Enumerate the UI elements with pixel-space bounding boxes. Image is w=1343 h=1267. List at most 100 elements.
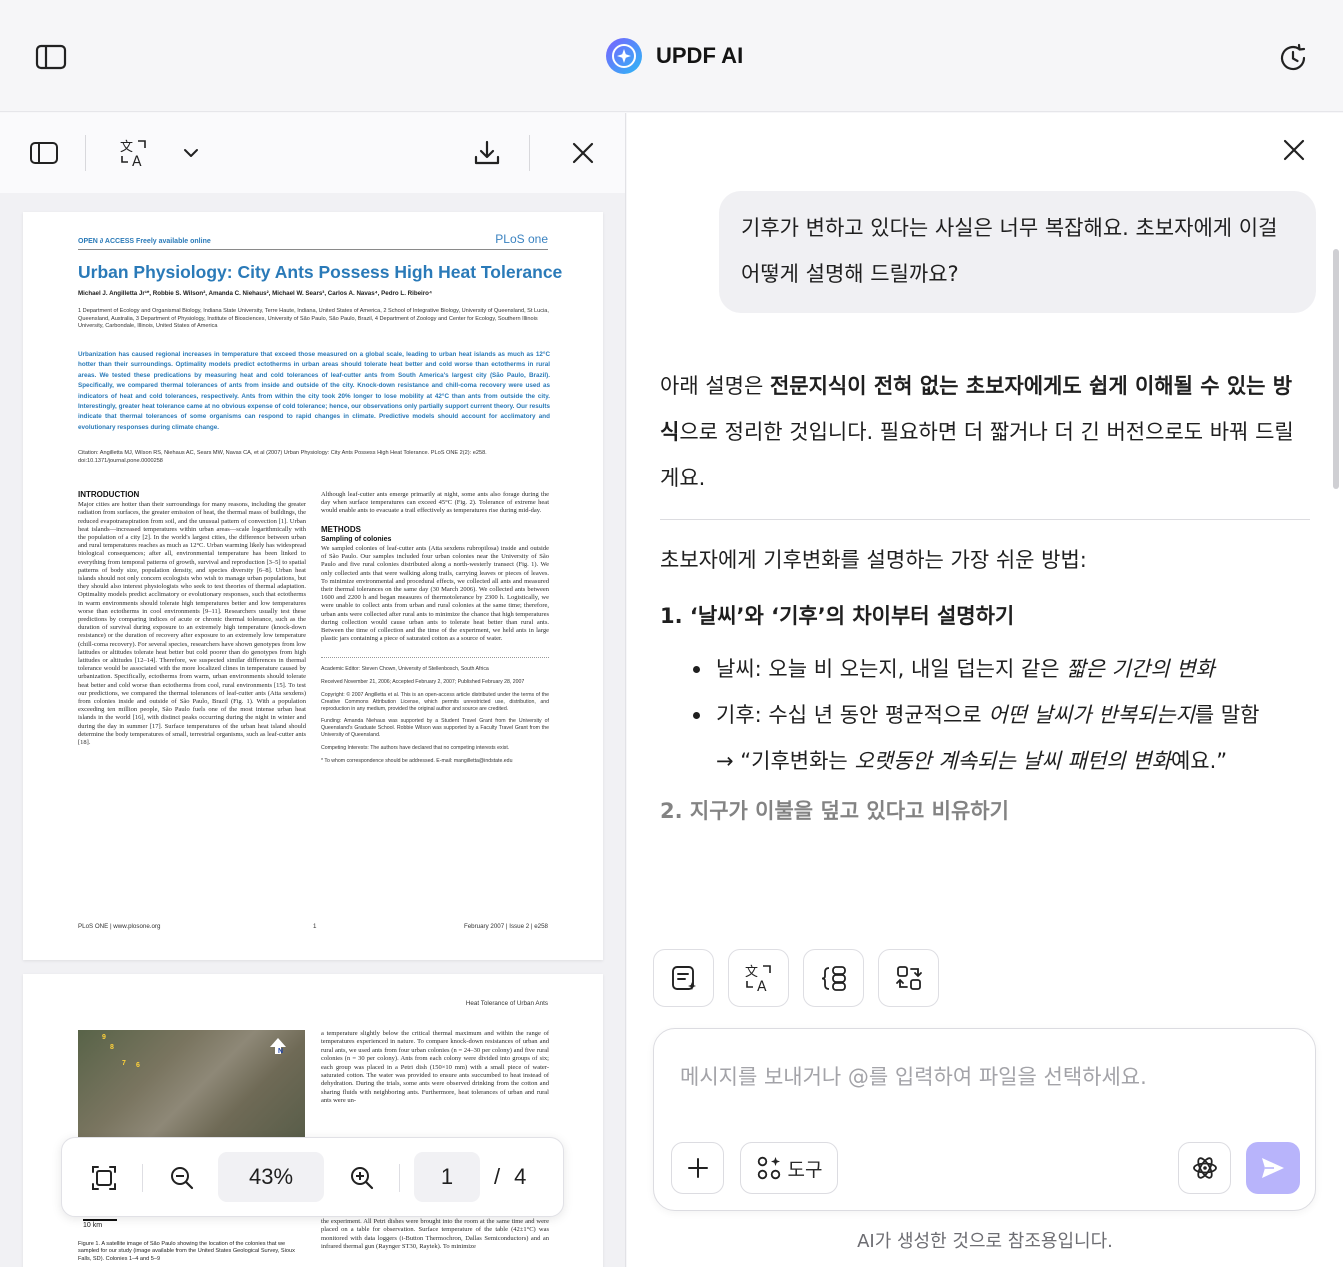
step-2-heading-partial: 2. 지구가 이불을 덮고 있다고 비유하기 <box>660 799 1009 823</box>
scroll-fade-overlay <box>627 903 1343 943</box>
rewrite-tool-icon[interactable] <box>878 949 939 1007</box>
ai-disclaimer: AI가 생성한 것으로 참조용입니다. <box>857 1231 1113 1252</box>
step-1-bullets: 날씨: 오늘 비 오는지, 내일 덥는지 같은 짧은 기간의 변화 기후: 수십… <box>693 646 1310 738</box>
north-label: N <box>277 1048 283 1055</box>
viewer-toolbar: 文A <box>0 113 625 193</box>
bullet-dot <box>693 666 700 673</box>
right-column-intro-text: Although leaf-cutter ants emerge primari… <box>321 491 549 515</box>
pdf-page-2: Heat Tolerance of Urban Ants 9 8 7 6 N 1… <box>23 974 603 1267</box>
paper-authors: Michael J. Angilletta Jr¹*, Robbie S. Wi… <box>78 290 433 297</box>
climate-quote: → “기후변화는 오랫동안 계속되는 날씨 패턴의 변화예요.” <box>716 738 1310 784</box>
quick-tools-row: 文A <box>653 949 939 1007</box>
bullet-text: 기후: 수십 년 동안 평균적으로 <box>716 703 989 727</box>
map-marker: 6 <box>136 1062 140 1069</box>
send-arrow-icon <box>1262 1158 1284 1178</box>
zoom-divider <box>399 1164 400 1192</box>
methods-text: We sampled colonies of leaf-cutter ants … <box>321 545 549 643</box>
paper-right-column: Although leaf-cutter ants emerge primari… <box>321 491 549 770</box>
send-button[interactable] <box>1246 1142 1300 1194</box>
tools-label: 도구 <box>787 1158 823 1181</box>
bullet-weather: 날씨: 오늘 비 오는지, 내일 덥는지 같은 짧은 기간의 변화 <box>693 646 1310 692</box>
plos-one-logo: PLoS one <box>495 232 548 246</box>
svg-text:A: A <box>757 979 767 994</box>
message-composer: 도구 <box>653 1028 1316 1211</box>
close-viewer-icon[interactable] <box>566 135 600 171</box>
user-message-bubble: 기후가 변하고 있다는 사실은 너무 복잡해요. 초보자에게 이걸 어떻게 설명… <box>719 191 1316 313</box>
download-icon[interactable] <box>470 135 504 171</box>
map-marker: 8 <box>110 1044 114 1051</box>
footer-issue: February 2007 | Issue 2 | e258 <box>463 923 548 930</box>
brand: UPDF AI <box>604 36 743 76</box>
received-dates: Received November 21, 2006; Accepted Feb… <box>321 679 525 686</box>
chat-messages[interactable]: 기후가 변하고 있다는 사실은 너무 복잡해요. 초보자에게 이걸 어떻게 설명… <box>627 183 1343 943</box>
map-marker: 9 <box>102 1034 106 1041</box>
tools-grid-icon <box>757 1156 780 1180</box>
paper-affiliations: 1 Department of Ecology and Organismal B… <box>78 308 549 330</box>
ai-response: 아래 설명은 전문지식이 전혀 없는 초보자에게도 쉽게 이해될 수 있는 방식… <box>660 363 1310 834</box>
copyright-note: Copyright: © 2007 Angilletta et al. This… <box>321 692 549 712</box>
page2-body-text-lower: the experiment. All Petri dishes were br… <box>321 1218 549 1251</box>
bullet-text: 날씨: 오늘 비 오는지, 내일 덥는지 같은 <box>716 657 1067 681</box>
quote-text-end: 예요.” <box>1170 749 1228 773</box>
paper-title: Urban Physiology: City Ants Possess High… <box>78 262 563 282</box>
app-title: UPDF AI <box>656 43 744 68</box>
zoom-divider <box>142 1164 143 1192</box>
academic-editor: Academic Editor: Steven Chown, Universit… <box>321 666 489 673</box>
paper-abstract: Urbanization has caused regional increas… <box>78 351 550 431</box>
introduction-heading: INTRODUCTION <box>78 490 140 499</box>
svg-text:文: 文 <box>745 965 758 980</box>
add-attachment-button[interactable] <box>671 1142 724 1194</box>
step-1-heading: 1. ‘날씨’와 ‘기후’의 차이부터 설명하기 <box>660 604 1015 628</box>
bullet-climate: 기후: 수십 년 동안 평균적으로 어떤 날씨가 반복되는지를 말함 <box>693 692 1310 738</box>
toolbar-divider <box>85 135 86 171</box>
open-access-label: OPEN ∂ ACCESS Freely available online <box>78 238 211 245</box>
introduction-text: Major cities are hotter than their surro… <box>78 501 306 747</box>
zoom-page-bar: 43% 1 / 4 <box>61 1137 564 1217</box>
lead-text: 아래 설명은 <box>660 374 770 398</box>
quote-text: → “기후변화는 <box>716 749 855 773</box>
bullet-emphasis: 어떤 날씨가 반복되는지 <box>988 703 1195 727</box>
pdf-page-1: OPEN ∂ ACCESS Freely available online PL… <box>23 212 603 960</box>
translate-tool-icon[interactable]: 文A <box>728 949 789 1007</box>
chat-scrollbar[interactable] <box>1333 249 1339 489</box>
zoom-level[interactable]: 43% <box>218 1152 324 1202</box>
ai-response-lead: 아래 설명은 전문지식이 전혀 없는 초보자에게도 쉽게 이해될 수 있는 방식… <box>660 363 1310 501</box>
model-select-button[interactable] <box>1178 1142 1231 1194</box>
bullet-text-end: 를 말함 <box>1194 703 1260 727</box>
atom-icon <box>1192 1157 1217 1179</box>
message-input[interactable] <box>680 1057 1290 1097</box>
quote-emphasis: 오랫동안 계속되는 날씨 패턴의 변화 <box>854 749 1171 773</box>
page-separator: / <box>494 1164 501 1189</box>
ai-chat-panel: 기후가 변하고 있다는 사실은 너무 복잡해요. 초보자에게 이걸 어떻게 설명… <box>627 113 1343 1267</box>
close-chat-icon[interactable] <box>1277 133 1311 167</box>
sampling-heading: Sampling of colonies <box>321 535 392 543</box>
history-clock-icon[interactable] <box>1277 42 1309 74</box>
response-divider <box>660 519 1310 520</box>
toolbar-divider <box>529 135 530 171</box>
competing-interests: Competing Interests: The authors have de… <box>321 744 510 751</box>
current-page-input[interactable]: 1 <box>414 1152 480 1202</box>
map-scale: 10 km <box>83 1219 117 1229</box>
correspondence-note: * To whom correspondence should be addre… <box>321 757 513 764</box>
fit-page-icon[interactable] <box>84 1158 124 1198</box>
sidebar-toggle-icon[interactable] <box>34 42 68 72</box>
updf-logo-icon <box>606 38 642 74</box>
top-header: UPDF AI <box>0 0 1343 112</box>
paper-left-column: INTRODUCTION Major cities are hotter tha… <box>78 490 306 747</box>
explain-tool-icon[interactable] <box>803 949 864 1007</box>
page2-body-text: a temperature slightly below the critica… <box>321 1030 549 1105</box>
translate-dropdown-chevron-down-icon[interactable] <box>178 135 204 171</box>
page-running-header: Heat Tolerance of Urban Ants <box>465 1000 548 1007</box>
app-window: UPDF AI 文A OPEN ∂ ACCESS Freely availabl… <box>0 0 1343 1267</box>
thumbnail-panel-icon[interactable] <box>28 135 60 171</box>
footnote-divider <box>321 657 549 659</box>
figure-caption: Figure 1. A satellite image of São Paulo… <box>78 1241 295 1262</box>
bullet-emphasis: 짧은 기간의 변화 <box>1066 657 1215 681</box>
translate-icon[interactable]: 文A <box>116 135 152 171</box>
summarize-tool-icon[interactable] <box>653 949 714 1007</box>
tools-button[interactable]: 도구 <box>740 1142 838 1194</box>
zoom-out-icon[interactable] <box>162 1158 202 1198</box>
svg-text:文: 文 <box>120 140 133 155</box>
zoom-in-icon[interactable] <box>342 1158 382 1198</box>
funding-note: Funding: Amanda Niehaus was supported by… <box>321 718 549 739</box>
